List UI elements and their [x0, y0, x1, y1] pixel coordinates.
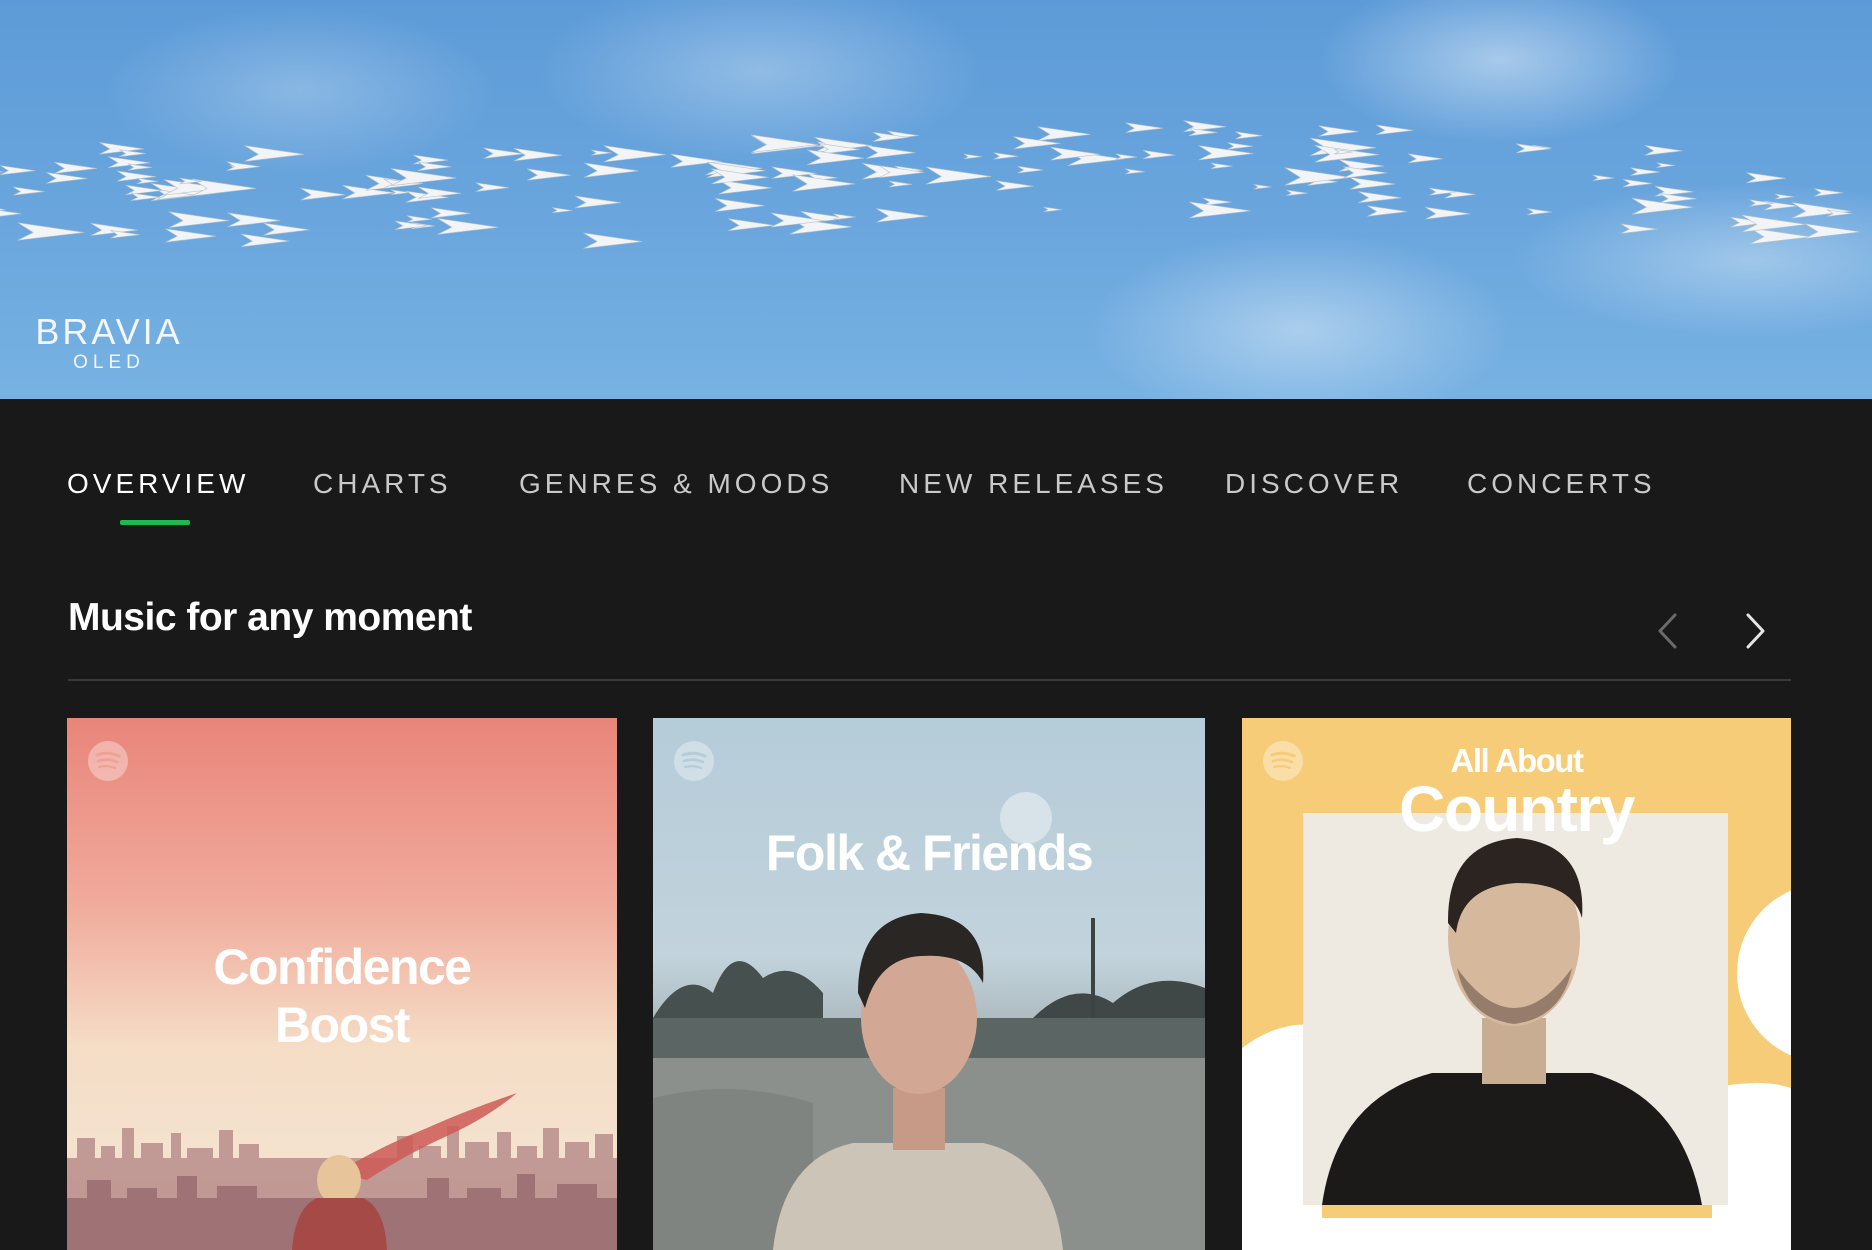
- card-title-big: Country: [1399, 773, 1635, 845]
- card-title-line2: Boost: [274, 997, 411, 1053]
- tab-overview[interactable]: OVERVIEW: [67, 460, 249, 508]
- playlist-card-confidence-boost[interactable]: Confidence Boost: [67, 718, 617, 1250]
- carousel-prev-button[interactable]: [1643, 606, 1693, 656]
- brand-name: BRAVIA: [35, 311, 183, 352]
- tab-charts[interactable]: CHARTS: [313, 460, 452, 508]
- tab-genres-moods[interactable]: GENRES & MOODS: [519, 460, 833, 508]
- brand-sub: OLED: [73, 352, 145, 373]
- section-title: Music for any moment: [68, 596, 472, 639]
- tab-concerts[interactable]: CONCERTS: [1467, 460, 1656, 508]
- carousel-next-button[interactable]: [1730, 606, 1780, 656]
- playlist-cover-art: [653, 718, 1205, 1250]
- bravia-logo: BRAVIA OLED: [24, 312, 194, 374]
- playlist-card-all-about-country[interactable]: All About Country: [1242, 718, 1791, 1250]
- tab-new-releases[interactable]: NEW RELEASES: [899, 460, 1168, 508]
- playlist-card-folk-friends[interactable]: Folk & Friends: [653, 718, 1205, 1250]
- promo-banner[interactable]: BRAVIA OLED: [0, 0, 1872, 399]
- card-title: Confidence Boost: [67, 938, 617, 1054]
- chevron-left-icon: [1658, 613, 1677, 649]
- tab-discover[interactable]: DISCOVER: [1225, 460, 1403, 508]
- browse-tabs: OVERVIEW CHARTS GENRES & MOODS NEW RELEA…: [0, 460, 1872, 530]
- spotify-logo-icon: [88, 741, 128, 781]
- card-title-line1: Confidence: [213, 939, 472, 995]
- chevron-right-icon: [1746, 613, 1765, 649]
- card-title: Folk & Friends: [765, 825, 1094, 881]
- paper-planes-graphic: [0, 120, 1861, 249]
- spotify-logo-icon: [674, 741, 714, 781]
- active-tab-indicator: [120, 520, 190, 525]
- section-divider: [68, 679, 1791, 681]
